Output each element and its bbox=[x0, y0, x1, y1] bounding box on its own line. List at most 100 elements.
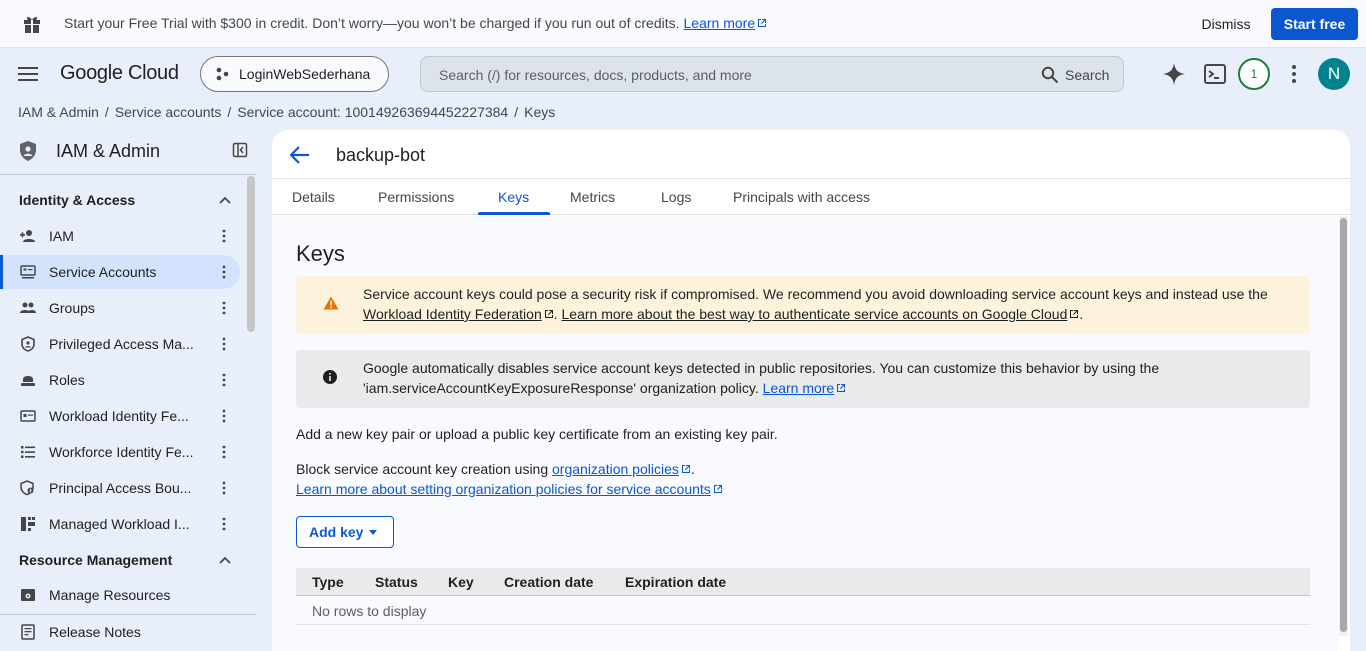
external-link-icon bbox=[837, 384, 846, 392]
start-free-button[interactable]: Start free bbox=[1271, 8, 1358, 40]
tab-bar: Details Permissions Keys Metrics Logs Pr… bbox=[272, 178, 1350, 215]
sidebar-item-managed-workload[interactable]: Managed Workload I... bbox=[0, 507, 240, 541]
search-input[interactable]: Search (/) for resources, docs, products… bbox=[439, 67, 752, 83]
cloud-shell-icon[interactable] bbox=[1203, 62, 1227, 86]
more-vert-icon[interactable] bbox=[220, 337, 228, 351]
add-key-description: Add a new key pair or upload a public ke… bbox=[296, 426, 778, 442]
main-scrollbar[interactable] bbox=[1339, 216, 1348, 636]
column-type[interactable]: Type bbox=[312, 574, 344, 590]
sidebar-item-privileged-access[interactable]: Privileged Access Ma... bbox=[0, 327, 240, 361]
scrollbar-thumb[interactable] bbox=[1340, 218, 1347, 632]
section-identity-access[interactable]: Identity & Access bbox=[19, 192, 135, 208]
warning-icon bbox=[323, 296, 339, 310]
collapse-sidebar-icon[interactable] bbox=[232, 142, 248, 158]
sidebar-item-label: Manage Resources bbox=[49, 587, 171, 603]
info-icon bbox=[323, 370, 337, 384]
workload-identity-federation-link[interactable]: Workload Identity Federation bbox=[363, 306, 554, 322]
more-vert-icon[interactable] bbox=[220, 517, 228, 531]
sidebar-item-manage-resources[interactable]: Manage Resources bbox=[0, 578, 240, 612]
column-creation-date[interactable]: Creation date bbox=[504, 574, 593, 590]
warning-links: Workload Identity Federation. Learn more… bbox=[363, 306, 1084, 322]
roles-icon bbox=[21, 376, 35, 386]
sidebar-item-release-notes[interactable]: Release Notes bbox=[0, 615, 240, 649]
more-vert-icon[interactable] bbox=[1282, 62, 1306, 86]
banner-message: Start your Free Trial with $300 in credi… bbox=[64, 15, 767, 31]
organization-policies-link[interactable]: organization policies bbox=[552, 461, 691, 477]
tab-principals[interactable]: Principals with access bbox=[733, 189, 870, 205]
tab-logs[interactable]: Logs bbox=[661, 189, 691, 205]
more-vert-icon[interactable] bbox=[220, 301, 228, 315]
sidebar-item-groups[interactable]: Groups bbox=[0, 291, 240, 325]
info-text-line2: 'iam.serviceAccountKeyExposureResponse' … bbox=[363, 380, 846, 396]
google-cloud-logo[interactable]: Google Cloud bbox=[60, 62, 179, 85]
workload-icon bbox=[20, 410, 36, 422]
more-vert-icon[interactable] bbox=[220, 481, 228, 495]
info-learn-more-link[interactable]: Learn more bbox=[763, 380, 847, 396]
more-vert-icon[interactable] bbox=[220, 445, 228, 459]
search-bar[interactable]: Search (/) for resources, docs, products… bbox=[420, 56, 1124, 92]
tab-details[interactable]: Details bbox=[292, 189, 335, 205]
info-banner: Google automatically disables service ac… bbox=[296, 350, 1310, 408]
tab-metrics[interactable]: Metrics bbox=[570, 189, 615, 205]
more-vert-icon[interactable] bbox=[220, 409, 228, 423]
search-button[interactable]: Search bbox=[1041, 63, 1109, 87]
page-title: backup-bot bbox=[336, 145, 426, 165]
banner-learn-more-link[interactable]: Learn more bbox=[684, 15, 768, 31]
sidebar-item-service-accounts[interactable]: Service Accounts bbox=[0, 255, 240, 289]
gemini-sparkle-icon[interactable] bbox=[1162, 62, 1186, 86]
external-link-icon bbox=[681, 465, 690, 473]
sidebar-item-workload-identity[interactable]: Workload Identity Fe... bbox=[0, 399, 240, 433]
service-account-icon bbox=[20, 265, 36, 279]
top-header: Google Cloud LoginWebSederhana Search (/… bbox=[0, 49, 1366, 99]
external-link-icon bbox=[713, 485, 722, 493]
iam-shield-icon bbox=[20, 141, 36, 161]
authenticate-learn-more-link[interactable]: Learn more about the best way to authent… bbox=[562, 306, 1080, 322]
manage-resources-icon bbox=[21, 589, 35, 601]
more-vert-icon[interactable] bbox=[220, 265, 228, 279]
sidebar-item-principal-access[interactable]: Principal Access Bou... bbox=[0, 471, 240, 505]
section-heading: Keys bbox=[296, 241, 345, 266]
sidebar-item-iam[interactable]: IAM bbox=[0, 219, 240, 253]
breadcrumb-service-account[interactable]: Service account: 100149263694452227384 bbox=[237, 104, 508, 120]
sidebar-title: IAM & Admin bbox=[56, 140, 161, 161]
project-picker[interactable]: LoginWebSederhana bbox=[200, 56, 389, 92]
column-key[interactable]: Key bbox=[448, 574, 474, 590]
hamburger-menu-icon[interactable] bbox=[18, 66, 38, 82]
warning-text: Service account keys could pose a securi… bbox=[363, 286, 1268, 302]
more-vert-icon[interactable] bbox=[220, 373, 228, 387]
dismiss-button[interactable]: Dismiss bbox=[1190, 8, 1262, 40]
chevron-up-icon[interactable] bbox=[218, 194, 232, 208]
add-key-button[interactable]: Add key bbox=[296, 516, 394, 548]
org-policies-learn-more-link[interactable]: Learn more about setting organization po… bbox=[296, 481, 723, 497]
column-status[interactable]: Status bbox=[375, 574, 418, 590]
tab-keys[interactable]: Keys bbox=[498, 189, 529, 205]
avatar[interactable]: N bbox=[1318, 58, 1350, 90]
security-warning-banner: Service account keys could pose a securi… bbox=[296, 276, 1310, 334]
breadcrumb-service-accounts[interactable]: Service accounts bbox=[115, 104, 222, 120]
notifications-badge[interactable]: 1 bbox=[1238, 58, 1270, 90]
banner-text: Start your Free Trial with $300 in credi… bbox=[64, 15, 680, 31]
column-expiration-date[interactable]: Expiration date bbox=[625, 574, 726, 590]
section-resource-management[interactable]: Resource Management bbox=[19, 552, 172, 568]
search-icon bbox=[1041, 66, 1059, 84]
breadcrumb-iam-admin[interactable]: IAM & Admin bbox=[18, 104, 99, 120]
sidebar-item-roles[interactable]: Roles bbox=[0, 363, 240, 397]
release-notes-icon bbox=[21, 624, 35, 640]
gift-icon bbox=[24, 16, 40, 33]
sidebar-item-label: Principal Access Bou... bbox=[49, 480, 192, 496]
person-add-icon bbox=[20, 230, 35, 242]
workforce-icon bbox=[21, 446, 35, 458]
tab-permissions[interactable]: Permissions bbox=[378, 189, 454, 205]
policy-icon bbox=[20, 480, 34, 496]
sidebar-item-label: Roles bbox=[49, 372, 85, 388]
more-vert-icon[interactable] bbox=[220, 229, 228, 243]
breadcrumb-keys: Keys bbox=[524, 104, 556, 120]
info-text: Google automatically disables service ac… bbox=[363, 360, 1160, 376]
sidebar-item-workforce-identity[interactable]: Workforce Identity Fe... bbox=[0, 435, 240, 469]
table-header: Type Status Key Creation date Expiration… bbox=[296, 568, 1310, 596]
back-arrow-icon[interactable] bbox=[290, 146, 310, 164]
block-key-text: Block service account key creation using… bbox=[296, 461, 695, 477]
chevron-up-icon[interactable] bbox=[218, 554, 232, 568]
project-name: LoginWebSederhana bbox=[239, 66, 371, 82]
sidebar-scrollbar[interactable] bbox=[247, 176, 255, 332]
